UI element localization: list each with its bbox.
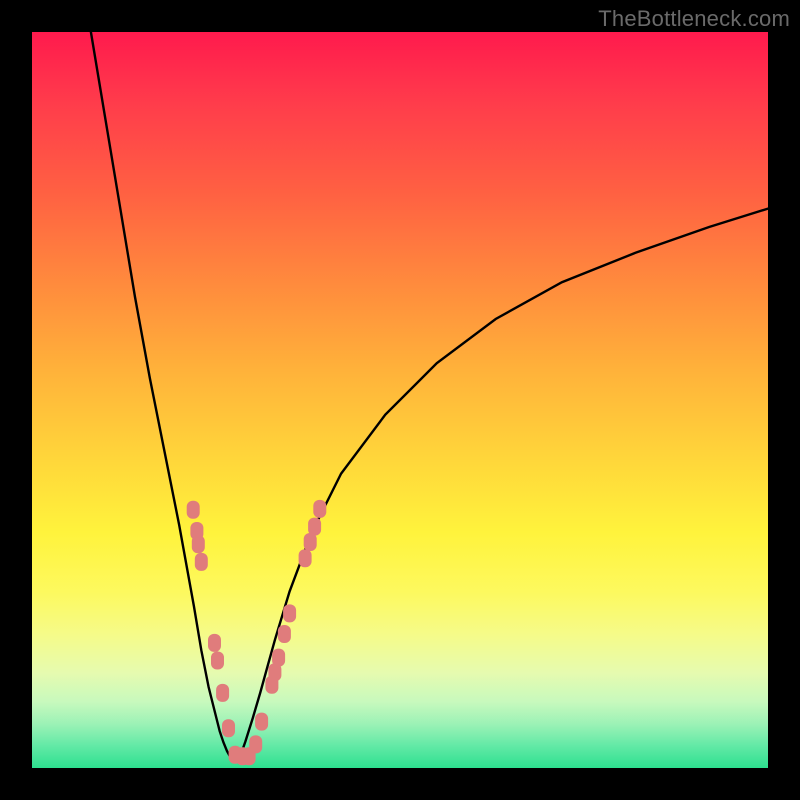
data-marker (222, 719, 235, 737)
data-marker (255, 713, 268, 731)
plot-area (32, 32, 768, 768)
data-marker (249, 735, 262, 753)
data-marker (278, 625, 291, 643)
data-marker (208, 634, 221, 652)
data-marker (211, 652, 224, 670)
marker-group (187, 500, 327, 765)
data-marker (308, 518, 321, 536)
data-marker (192, 535, 205, 553)
curve-layer (32, 32, 768, 768)
curve-left (91, 32, 235, 762)
data-marker (299, 549, 312, 567)
data-marker (187, 501, 200, 519)
data-marker (313, 500, 326, 518)
outer-frame: TheBottleneck.com (0, 0, 800, 800)
watermark-text: TheBottleneck.com (598, 6, 790, 32)
data-marker (304, 533, 317, 551)
data-marker (216, 684, 229, 702)
data-marker (272, 649, 285, 667)
data-marker (195, 553, 208, 571)
data-marker (283, 604, 296, 622)
curve-right (234, 209, 768, 763)
